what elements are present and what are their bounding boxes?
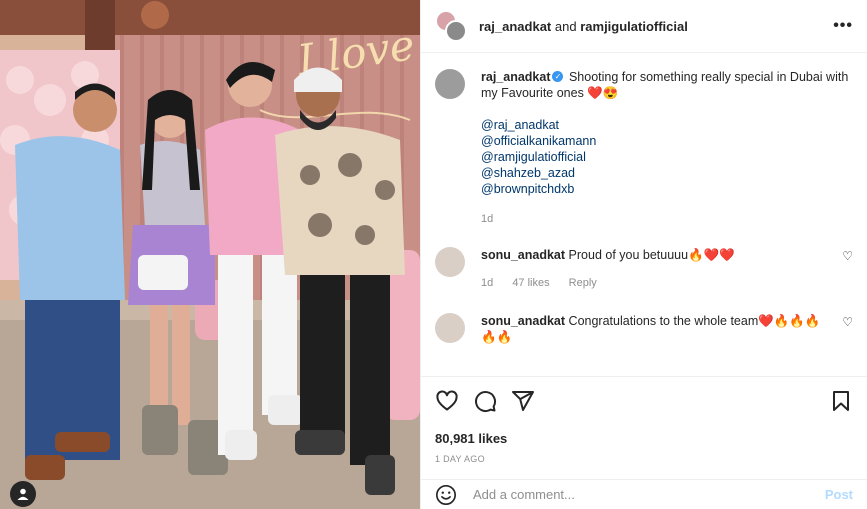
- header-username-1[interactable]: raj_anadkat: [479, 19, 551, 34]
- avatar[interactable]: [435, 247, 465, 277]
- reply-button[interactable]: Reply: [569, 277, 597, 289]
- comment-icon[interactable]: [473, 389, 497, 413]
- instagram-post-modal: I love raj_anadkat and ramjigulatioffici…: [0, 0, 867, 509]
- comment-username[interactable]: sonu_anadkat: [481, 248, 565, 262]
- comment-meta: 1d 47 likes Reply: [481, 275, 834, 291]
- post-header: raj_anadkat and ramjigulatiofficial •••: [421, 0, 867, 53]
- comment-input[interactable]: [471, 486, 825, 503]
- header-username-2[interactable]: ramjigulatiofficial: [580, 19, 688, 34]
- header-usernames: raj_anadkat and ramjigulatiofficial: [479, 19, 833, 34]
- avatar[interactable]: [435, 313, 465, 343]
- comment: sonu_anadkat Congratulations to the whol…: [435, 313, 853, 345]
- emoji-icon[interactable]: [435, 484, 457, 506]
- mention-link[interactable]: @raj_anadkat: [481, 117, 853, 133]
- caption-username[interactable]: raj_anadkat: [481, 70, 550, 84]
- likes-count[interactable]: 80,981 likes: [435, 431, 853, 446]
- action-icons: [435, 389, 853, 413]
- mention-link[interactable]: @shahzeb_azad: [481, 165, 853, 181]
- post-details-panel: raj_anadkat and ramjigulatiofficial ••• …: [420, 0, 867, 509]
- post-photo[interactable]: I love: [0, 0, 420, 509]
- post-actions: 80,981 likes 1 DAY AGO: [421, 376, 867, 464]
- comment-text: Proud of you betuuuu🔥❤️❤️: [568, 248, 735, 262]
- post-comment-button[interactable]: Post: [825, 487, 853, 502]
- avatar[interactable]: [435, 69, 465, 99]
- mention-link[interactable]: @ramjigulatiofficial: [481, 149, 853, 165]
- header-and: and: [554, 18, 577, 34]
- comment-username[interactable]: sonu_anadkat: [481, 314, 565, 328]
- mention-link[interactable]: @officialkanikamann: [481, 133, 853, 149]
- verified-icon: ✓: [552, 71, 564, 83]
- comment-like-icon[interactable]: ♡: [842, 315, 853, 329]
- user-tag-icon[interactable]: [10, 481, 36, 507]
- caption: raj_anadkat ✓ Shooting for something real…: [435, 69, 853, 227]
- bookmark-icon[interactable]: [829, 389, 853, 413]
- heart-icon[interactable]: [435, 389, 459, 413]
- post-date[interactable]: 1 DAY AGO: [435, 454, 853, 464]
- caption-time[interactable]: 1d: [481, 213, 493, 225]
- comment-likes[interactable]: 47 likes: [512, 277, 549, 289]
- photo-illustration: I love: [0, 0, 420, 509]
- more-options-icon[interactable]: •••: [833, 17, 853, 35]
- add-comment-bar: Post: [421, 479, 867, 509]
- comment-like-icon[interactable]: ♡: [842, 249, 853, 263]
- share-icon[interactable]: [511, 389, 535, 413]
- comment: sonu_anadkat Proud of you betuuuu🔥❤️❤️ 1…: [435, 247, 853, 291]
- comments-scroll-area[interactable]: raj_anadkat ✓ Shooting for something real…: [421, 53, 867, 375]
- avatar[interactable]: [445, 20, 467, 42]
- comment-time[interactable]: 1d: [481, 277, 493, 289]
- mention-link[interactable]: @brownpitchdxb: [481, 181, 853, 197]
- caption-meta: 1d: [481, 211, 853, 227]
- collab-avatars[interactable]: [435, 10, 467, 42]
